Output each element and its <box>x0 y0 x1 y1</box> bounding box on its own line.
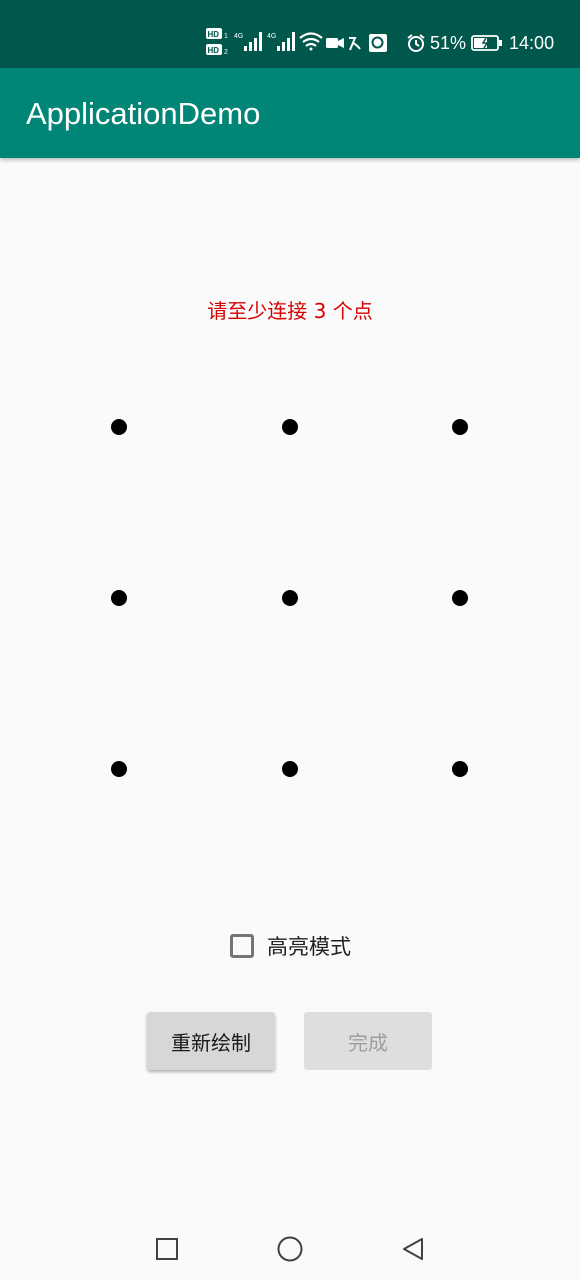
battery-charging-icon <box>471 35 503 51</box>
pattern-dot[interactable] <box>452 761 468 777</box>
app-title: ApplicationDemo <box>26 96 261 131</box>
status-bar: HD HD 1 2 4G 4G 51% 14:00 <box>0 0 580 68</box>
pattern-dot[interactable] <box>282 761 298 777</box>
battery-percent: 51% <box>430 32 467 53</box>
signal-4g-icon: 4G <box>234 32 262 51</box>
hint-text: 请至少连接 3 个点 <box>207 299 373 323</box>
pattern-dot[interactable] <box>452 419 468 435</box>
highlight-mode-checkbox[interactable] <box>230 934 254 958</box>
wifi-icon <box>299 32 323 51</box>
recent-apps-button[interactable] <box>152 1234 182 1264</box>
pattern-lock-grid[interactable] <box>0 0 580 1280</box>
pattern-dot[interactable] <box>111 419 127 435</box>
svg-text:2: 2 <box>224 49 228 56</box>
alarm-icon <box>407 34 425 52</box>
highlight-mode-label[interactable]: 高亮模式 <box>267 931 351 961</box>
clock: 14:00 <box>509 32 555 53</box>
svg-text:HD: HD <box>208 30 220 39</box>
svg-text:4G: 4G <box>267 33 276 40</box>
pattern-dot[interactable] <box>282 590 298 606</box>
svg-text:4G: 4G <box>234 33 243 40</box>
navigation-bar <box>0 1216 580 1280</box>
back-button[interactable] <box>398 1234 428 1264</box>
recent-apps-icon <box>156 1238 178 1260</box>
app-bar: ApplicationDemo <box>0 68 580 158</box>
redraw-button[interactable]: 重新绘制 <box>147 1012 275 1070</box>
svg-text:1: 1 <box>224 33 228 40</box>
pattern-dot[interactable] <box>111 761 127 777</box>
app-notification-icon <box>369 34 387 52</box>
status-icons: HD HD 1 2 4G 4G <box>206 28 387 56</box>
status-right: 51% 14:00 <box>406 26 554 60</box>
video-icon <box>326 38 344 48</box>
back-icon <box>403 1238 423 1260</box>
pattern-dot[interactable] <box>282 419 298 435</box>
hd-icon: HD HD 1 2 <box>206 28 228 56</box>
signal-4g-icon: 4G <box>267 32 295 51</box>
pattern-dot[interactable] <box>452 590 468 606</box>
highlight-mode-row[interactable]: 高亮模式 <box>230 928 351 964</box>
home-icon <box>277 1236 303 1262</box>
done-button[interactable]: 完成 <box>304 1012 432 1070</box>
pattern-dot[interactable] <box>111 590 127 606</box>
svg-text:HD: HD <box>208 46 220 55</box>
home-button[interactable] <box>275 1234 305 1264</box>
bluetooth-icon <box>349 37 361 51</box>
